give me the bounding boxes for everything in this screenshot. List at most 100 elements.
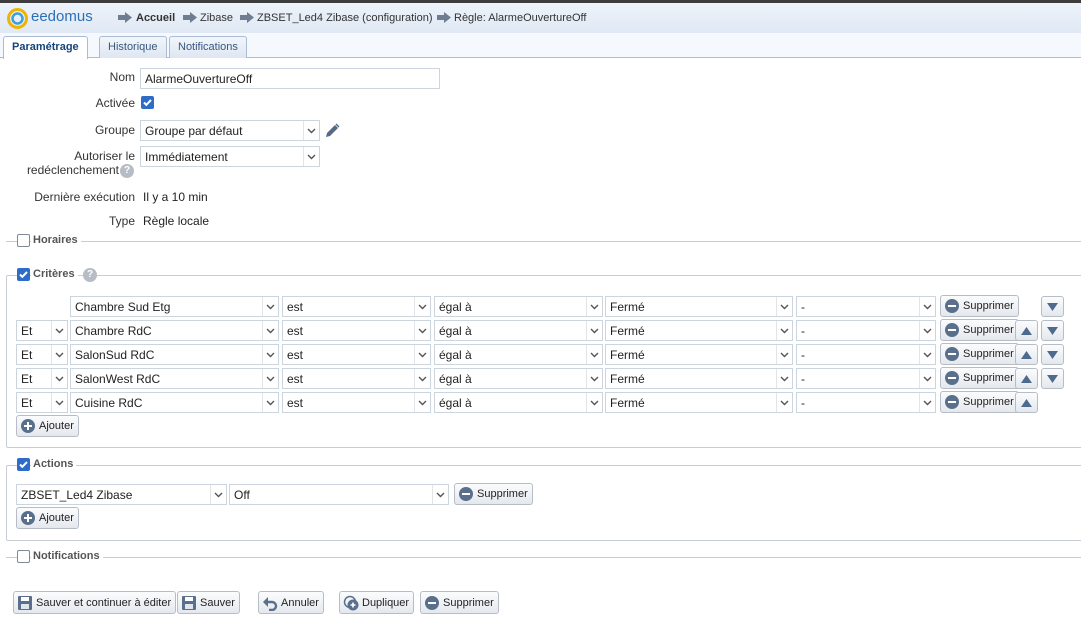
move-up-button[interactable]	[1015, 392, 1038, 413]
criterion-device-select-value: SalonSud RdC	[75, 348, 155, 362]
move-up-button[interactable]	[1015, 368, 1038, 389]
criterion-value-select[interactable]: Fermé	[605, 296, 793, 317]
move-down-button[interactable]	[1041, 320, 1064, 341]
breadcrumb-home[interactable]: Accueil	[136, 12, 175, 24]
save-button[interactable]: Sauver	[177, 591, 240, 614]
criterion-device-select[interactable]: SalonWest RdC	[70, 368, 279, 389]
minus-circle-icon	[945, 371, 959, 385]
criteres-checkbox[interactable]	[17, 268, 30, 281]
nom-input[interactable]: AlarmeOuvertureOff	[140, 68, 440, 89]
arrow-down-icon	[1047, 302, 1058, 311]
cancel-button[interactable]: Annuler	[258, 591, 324, 614]
criterion-value-select[interactable]: Fermé	[605, 368, 793, 389]
criterion-value-select[interactable]: Fermé	[605, 344, 793, 365]
actions-checkbox[interactable]	[17, 458, 30, 471]
delete-criterion-label: Supprimer	[963, 396, 1014, 408]
help-icon[interactable]: ?	[120, 164, 134, 178]
criterion-extra-select[interactable]: -	[796, 392, 936, 413]
criterion-comparator-select[interactable]: égal à	[434, 320, 603, 341]
tab-parametrage[interactable]: Paramétrage	[3, 36, 88, 59]
move-up-button[interactable]	[1015, 344, 1038, 365]
delete-rule-button[interactable]: Supprimer	[420, 591, 499, 614]
criterion-device-select-value: SalonWest RdC	[75, 372, 161, 386]
criterion-extra-select-value: -	[801, 372, 805, 386]
criterion-operator-select[interactable]: est	[282, 368, 431, 389]
chevron-down-icon	[919, 369, 935, 388]
criterion-device-select[interactable]: Chambre RdC	[70, 320, 279, 341]
breadcrumb-arrow-icon	[118, 12, 132, 23]
help-icon[interactable]: ?	[83, 268, 97, 282]
breadcrumb-device[interactable]: ZBSET_Led4 Zibase (configuration)	[257, 12, 432, 24]
chevron-down-icon	[586, 393, 602, 412]
add-action-button[interactable]: Ajouter	[16, 507, 79, 529]
chevron-down-icon	[262, 345, 278, 364]
criterion-extra-select[interactable]: -	[796, 296, 936, 317]
criterion-device-select[interactable]: Chambre Sud Etg	[70, 296, 279, 317]
autoriser-select[interactable]: Immédiatement	[140, 146, 320, 167]
activee-checkbox[interactable]	[141, 96, 154, 109]
delete-criterion-button[interactable]: Supprimer	[940, 319, 1019, 341]
criterion-extra-select[interactable]: -	[796, 344, 936, 365]
criterion-value-select[interactable]: Fermé	[605, 320, 793, 341]
criterion-value-select-value: Fermé	[610, 300, 645, 314]
criterion-operator-select-value: est	[287, 300, 304, 314]
action-value-select[interactable]: Off	[229, 484, 449, 505]
criterion-conjunction-select[interactable]: Et	[16, 368, 68, 389]
save-label: Sauver	[200, 596, 235, 609]
criterion-comparator-select-value: égal à	[439, 324, 472, 338]
criterion-comparator-select-value: égal à	[439, 372, 472, 386]
chevron-down-icon	[586, 369, 602, 388]
criterion-conjunction-select[interactable]: Et	[16, 392, 68, 413]
chevron-down-icon	[262, 369, 278, 388]
move-down-button[interactable]	[1041, 344, 1064, 365]
criterion-value-select[interactable]: Fermé	[605, 392, 793, 413]
action-device-select[interactable]: ZBSET_Led4 Zibase	[16, 484, 227, 505]
criterion-comparator-select[interactable]: égal à	[434, 344, 603, 365]
move-up-button[interactable]	[1015, 320, 1038, 341]
criterion-device-select[interactable]: SalonSud RdC	[70, 344, 279, 365]
autoriser-select-value: Immédiatement	[145, 150, 228, 164]
actions-legend: Actions	[31, 458, 77, 470]
save-continue-button[interactable]: Sauver et continuer à éditer	[13, 591, 177, 614]
tab-historique[interactable]: Historique	[99, 36, 167, 58]
delete-criterion-button[interactable]: Supprimer	[940, 391, 1019, 413]
chevron-down-icon	[919, 393, 935, 412]
chevron-down-icon	[414, 297, 430, 316]
criterion-operator-select[interactable]: est	[282, 320, 431, 341]
criterion-operator-select[interactable]: est	[282, 296, 431, 317]
delete-action-button[interactable]: Supprimer	[454, 483, 533, 505]
duplicate-button[interactable]: Dupliquer	[339, 591, 415, 614]
activee-label: Activée	[95, 96, 135, 110]
criterion-conjunction-select[interactable]: Et	[16, 320, 68, 341]
edit-pencil-icon[interactable]	[324, 122, 341, 139]
criterion-operator-select[interactable]: est	[282, 344, 431, 365]
move-down-button[interactable]	[1041, 368, 1064, 389]
criterion-device-select[interactable]: Cuisine RdC	[70, 392, 279, 413]
notifications-legend: Notifications	[31, 550, 103, 562]
criterion-comparator-select[interactable]: égal à	[434, 368, 603, 389]
autoriser-label-line2: redéclenchement	[26, 163, 119, 177]
breadcrumb-arrow-icon	[240, 12, 254, 23]
criterion-conjunction-select[interactable]: Et	[16, 344, 68, 365]
breadcrumb-zibase[interactable]: Zibase	[200, 12, 233, 24]
criterion-comparator-select[interactable]: égal à	[434, 392, 603, 413]
criterion-operator-select-value: est	[287, 372, 304, 386]
delete-criterion-button[interactable]: Supprimer	[940, 295, 1019, 317]
move-down-button[interactable]	[1041, 296, 1064, 317]
criterion-comparator-select[interactable]: égal à	[434, 296, 603, 317]
tab-notifications[interactable]: Notifications	[169, 36, 247, 58]
add-criterion-button[interactable]: Ajouter	[16, 415, 79, 437]
delete-criterion-label: Supprimer	[963, 372, 1014, 384]
delete-criterion-label: Supprimer	[963, 324, 1014, 336]
duplicate-icon	[343, 595, 359, 610]
groupe-select[interactable]: Groupe par défaut	[140, 120, 320, 141]
delete-criterion-button[interactable]: Supprimer	[940, 343, 1019, 365]
horaires-checkbox[interactable]	[17, 234, 30, 247]
notifications-checkbox[interactable]	[17, 550, 30, 563]
delete-criterion-button[interactable]: Supprimer	[940, 367, 1019, 389]
criterion-extra-select[interactable]: -	[796, 368, 936, 389]
criterion-extra-select-value: -	[801, 396, 805, 410]
criterion-operator-select[interactable]: est	[282, 392, 431, 413]
criterion-conjunction-select-value: Et	[21, 324, 33, 338]
criterion-extra-select[interactable]: -	[796, 320, 936, 341]
